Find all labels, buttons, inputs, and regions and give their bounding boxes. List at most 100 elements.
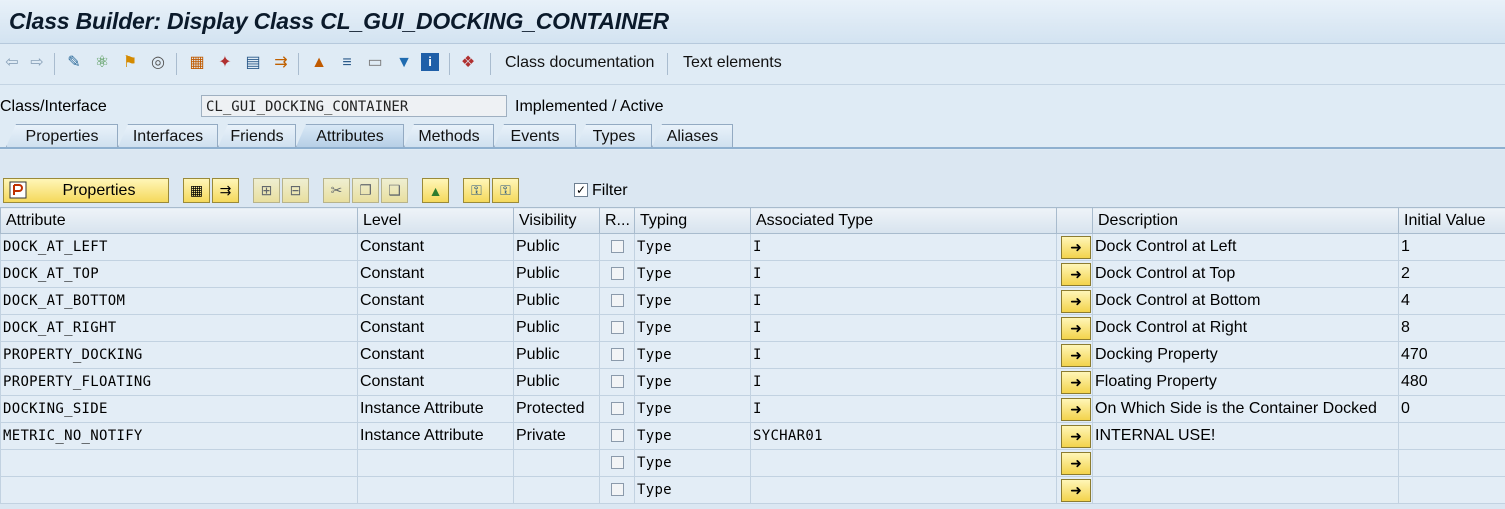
attribute-cell[interactable]: METRIC_NO_NOTIFY <box>0 422 358 450</box>
goto-type-icon[interactable]: ➜ <box>1061 316 1091 340</box>
read-only-checkbox[interactable] <box>611 456 624 470</box>
table-row[interactable]: DOCK_AT_LEFT Constant Public Type I ➜ Dock Con… <box>0 233 1505 261</box>
description-cell[interactable]: Dock Control at Left <box>1092 233 1399 261</box>
associated-type-cell[interactable] <box>750 476 1057 504</box>
tab-types[interactable]: Types <box>576 124 652 147</box>
typing-cell[interactable]: Type <box>634 233 751 261</box>
info-icon[interactable]: i <box>421 53 439 71</box>
associated-type-cell[interactable]: I <box>750 341 1057 369</box>
column-header-typing[interactable]: Typing <box>634 207 751 234</box>
level-cell[interactable]: Instance Attribute <box>357 422 514 450</box>
visibility-cell[interactable]: Private <box>513 422 600 450</box>
associated-type-cell[interactable] <box>750 449 1057 477</box>
read-only-checkbox[interactable] <box>611 294 624 308</box>
description-cell[interactable] <box>1092 449 1399 477</box>
initial-value-cell[interactable]: 8 <box>1398 314 1505 342</box>
visibility-cell[interactable]: Public <box>513 368 600 396</box>
level-cell[interactable]: Constant <box>357 260 514 288</box>
description-cell[interactable]: Dock Control at Top <box>1092 260 1399 288</box>
associated-type-cell[interactable]: I <box>750 233 1057 261</box>
window-icon[interactable]: ❖ <box>458 53 478 73</box>
read-only-checkbox[interactable] <box>611 429 624 443</box>
attribute-cell[interactable] <box>0 476 358 504</box>
attribute-cell[interactable]: PROPERTY_DOCKING <box>0 341 358 369</box>
visibility-cell[interactable]: Public <box>513 260 600 288</box>
activate-icon[interactable]: ⚛ <box>92 53 112 73</box>
table-row[interactable]: DOCK_AT_RIGHT Constant Public Type I ➜ Dock Co… <box>0 314 1505 342</box>
level-cell[interactable]: Constant <box>357 368 514 396</box>
typing-cell[interactable]: Type <box>634 449 751 477</box>
visibility-cell[interactable]: Public <box>513 341 600 369</box>
tab-events[interactable]: Events <box>494 124 576 147</box>
typing-cell[interactable]: Type <box>634 287 751 315</box>
hierarchy-icon[interactable]: ▦ <box>187 53 207 73</box>
sort-icon[interactable]: ▲ <box>422 178 449 203</box>
read-only-checkbox[interactable] <box>611 321 624 335</box>
description-cell[interactable]: Floating Property <box>1092 368 1399 396</box>
initial-value-cell[interactable]: 0 <box>1398 395 1505 423</box>
typing-cell[interactable]: Type <box>634 314 751 342</box>
initial-value-cell[interactable]: 470 <box>1398 341 1505 369</box>
column-header-attribute[interactable]: Attribute <box>0 207 358 234</box>
find-icon[interactable]: ⚿ <box>463 178 490 203</box>
toggle-display-change-icon[interactable]: ✎ <box>64 53 84 73</box>
table-row[interactable]: DOCK_AT_BOTTOM Constant Public Type I ➜ Dock C… <box>0 287 1505 315</box>
text-icon[interactable]: ▭ <box>365 53 385 73</box>
associated-type-cell[interactable]: I <box>750 287 1057 315</box>
table-row[interactable]: METRIC_NO_NOTIFY Instance Attribute Privat… <box>0 422 1505 450</box>
level-cell[interactable]: Constant <box>357 314 514 342</box>
goto-type-icon[interactable]: ➜ <box>1061 370 1091 394</box>
description-cell[interactable]: On Which Side is the Container Docked <box>1092 395 1399 423</box>
table-row[interactable]: PROPERTY_DOCKING Constant Public Type I ➜ Dock… <box>0 341 1505 369</box>
copy-icon[interactable]: ❐ <box>352 178 379 203</box>
column-header-initial-value[interactable]: Initial Value <box>1398 207 1505 234</box>
goto-type-icon[interactable]: ➜ <box>1061 451 1091 475</box>
column-header-description[interactable]: Description <box>1092 207 1399 234</box>
attribute-cell[interactable]: DOCK_AT_BOTTOM <box>0 287 358 315</box>
read-only-checkbox[interactable] <box>611 267 624 281</box>
column-header-associated-type[interactable]: Associated Type <box>750 207 1057 234</box>
read-only-checkbox[interactable] <box>611 402 624 416</box>
implementation-icon[interactable]: ≡ <box>337 53 357 73</box>
tab-aliases[interactable]: Aliases <box>652 124 733 147</box>
class-interface-field[interactable]: CL_GUI_DOCKING_CONTAINER <box>201 95 507 117</box>
tab-friends[interactable]: Friends <box>218 124 296 147</box>
goto-type-icon[interactable]: ➜ <box>1061 289 1091 313</box>
where-used-icon[interactable]: ⚑ <box>120 53 140 73</box>
filter-icon[interactable]: ▼ <box>394 53 414 73</box>
description-cell[interactable] <box>1092 476 1399 504</box>
visibility-cell[interactable]: Public <box>513 287 600 315</box>
description-cell[interactable]: Dock Control at Right <box>1092 314 1399 342</box>
table-row[interactable]: Type ➜ <box>0 476 1505 504</box>
typing-cell[interactable]: Type <box>634 260 751 288</box>
goto-type-icon[interactable]: ➜ <box>1061 343 1091 367</box>
tab-attributes[interactable]: Attributes <box>296 124 404 147</box>
attribute-cell[interactable]: DOCK_AT_LEFT <box>0 233 358 261</box>
detail-view-icon[interactable]: ▦ <box>183 178 210 203</box>
read-only-checkbox[interactable] <box>611 483 624 497</box>
level-cell[interactable] <box>357 476 514 504</box>
attribute-cell[interactable]: PROPERTY_FLOATING <box>0 368 358 396</box>
table-row[interactable]: DOCK_AT_TOP Constant Public Type I ➜ Dock Cont… <box>0 260 1505 288</box>
find-next-icon[interactable]: ⚿ <box>492 178 519 203</box>
text-elements-button[interactable]: Text elements <box>683 54 782 72</box>
initial-value-cell[interactable]: 2 <box>1398 260 1505 288</box>
read-only-checkbox[interactable] <box>611 348 624 362</box>
magic-wand-icon[interactable]: ✦ <box>215 53 235 73</box>
attribute-cell[interactable]: DOCKING_SIDE <box>0 395 358 423</box>
paste-icon[interactable]: ❑ <box>381 178 408 203</box>
properties-button[interactable]: Properties <box>3 178 169 203</box>
initial-value-cell[interactable] <box>1398 422 1505 450</box>
level-cell[interactable]: Instance Attribute <box>357 395 514 423</box>
initial-value-cell[interactable] <box>1398 476 1505 504</box>
tab-methods[interactable]: Methods <box>404 124 494 147</box>
insert-row-icon[interactable]: ⊞ <box>253 178 280 203</box>
read-only-checkbox[interactable] <box>611 375 624 389</box>
associated-type-cell[interactable]: I <box>750 368 1057 396</box>
class-documentation-button[interactable]: Class documentation <box>505 54 654 72</box>
table-row[interactable]: Type ➜ <box>0 449 1505 477</box>
typing-cell[interactable]: Type <box>634 368 751 396</box>
typing-cell[interactable]: Type <box>634 395 751 423</box>
associated-type-cell[interactable]: I <box>750 314 1057 342</box>
initial-value-cell[interactable] <box>1398 449 1505 477</box>
